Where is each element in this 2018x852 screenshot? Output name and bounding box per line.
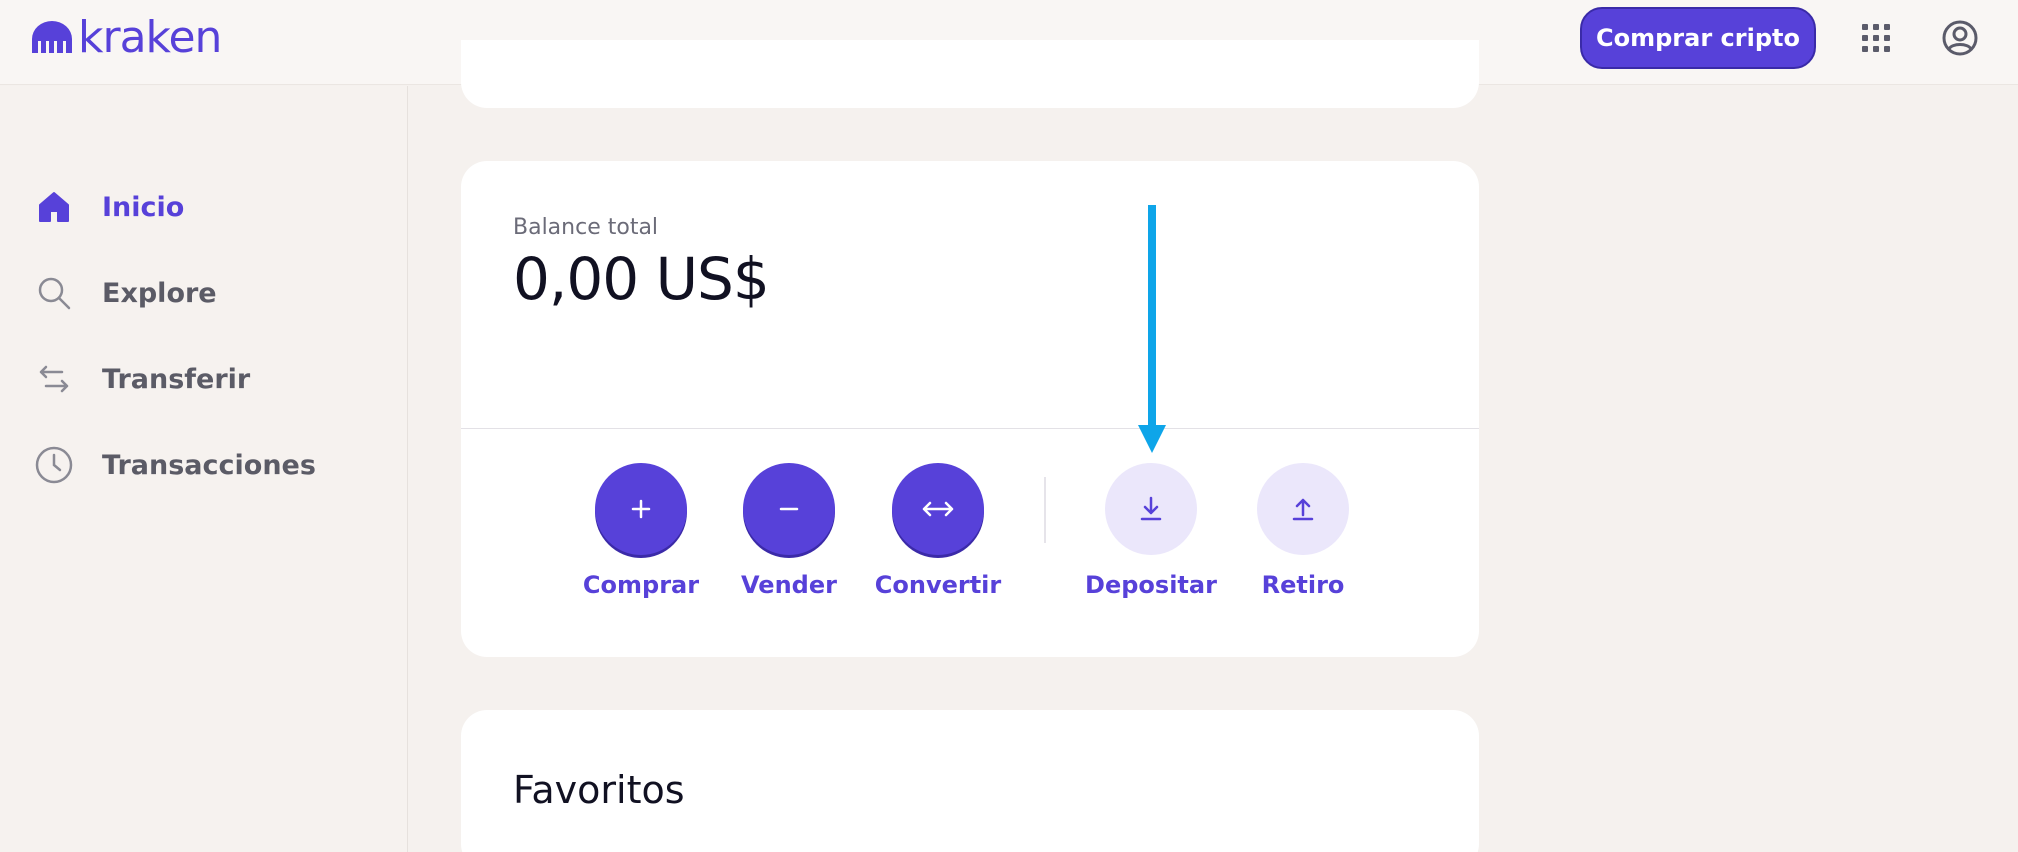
favorites-card: Favoritos (461, 710, 1479, 852)
download-icon (1140, 496, 1162, 521)
sidebar-item-explore[interactable]: Explore (34, 268, 217, 318)
sidebar-item-label: Transferir (102, 363, 251, 395)
withdraw-label: Retiro (1261, 571, 1345, 599)
balance-value: 0,00 US$ (513, 245, 770, 313)
kraken-logo[interactable]: kraken (30, 12, 222, 63)
sidebar: Inicio Explore Transferir Transacciones (0, 86, 408, 852)
sidebar-item-inicio[interactable]: Inicio (34, 182, 184, 232)
sidebar-item-label: Inicio (102, 191, 185, 223)
home-icon (34, 187, 74, 227)
annotation-arrow-icon (1138, 205, 1166, 453)
sidebar-item-transferir[interactable]: Transferir (34, 354, 250, 404)
withdraw-button[interactable] (1257, 463, 1349, 555)
sidebar-item-transacciones[interactable]: Transacciones (34, 440, 316, 490)
user-circle-icon[interactable] (1940, 18, 1980, 58)
page: kraken Comprar cripto Inicio Explore Tra… (0, 0, 2018, 852)
sell-label: Vender (741, 571, 837, 599)
action-separator (1044, 477, 1046, 543)
deposit-label: Depositar (1085, 571, 1217, 599)
grid-icon[interactable] (1858, 20, 1894, 56)
buy-button[interactable] (595, 463, 687, 555)
search-icon (34, 273, 74, 313)
sell-button[interactable] (743, 463, 835, 555)
plus-icon (631, 499, 651, 519)
upload-icon (1292, 498, 1314, 521)
sell-action[interactable]: Vender (709, 463, 869, 599)
sidebar-item-label: Transacciones (102, 449, 316, 481)
kraken-logo-icon (32, 21, 72, 53)
minus-icon (779, 507, 799, 511)
deposit-action[interactable]: Depositar (1071, 463, 1231, 599)
convert-action[interactable]: Convertir (858, 463, 1018, 599)
clock-icon (34, 445, 74, 485)
balance-label: Balance total (513, 215, 659, 240)
convert-label: Convertir (874, 571, 1002, 599)
buy-crypto-button[interactable]: Comprar cripto (1580, 7, 1816, 69)
convert-button[interactable] (892, 463, 984, 555)
favorites-title: Favoritos (513, 768, 685, 812)
swap-horizontal-icon (922, 501, 954, 517)
divider (461, 428, 1479, 429)
transfer-arrows-icon (34, 359, 74, 399)
withdraw-action[interactable]: Retiro (1223, 463, 1383, 599)
previous-card (461, 40, 1479, 108)
logo-text: kraken (78, 12, 222, 63)
sidebar-item-label: Explore (102, 277, 217, 309)
buy-label: Comprar (582, 571, 700, 599)
deposit-button[interactable] (1105, 463, 1197, 555)
balance-card: Balance total 0,00 US$ Comprar Vender Co… (461, 161, 1479, 657)
buy-action[interactable]: Comprar (561, 463, 721, 599)
